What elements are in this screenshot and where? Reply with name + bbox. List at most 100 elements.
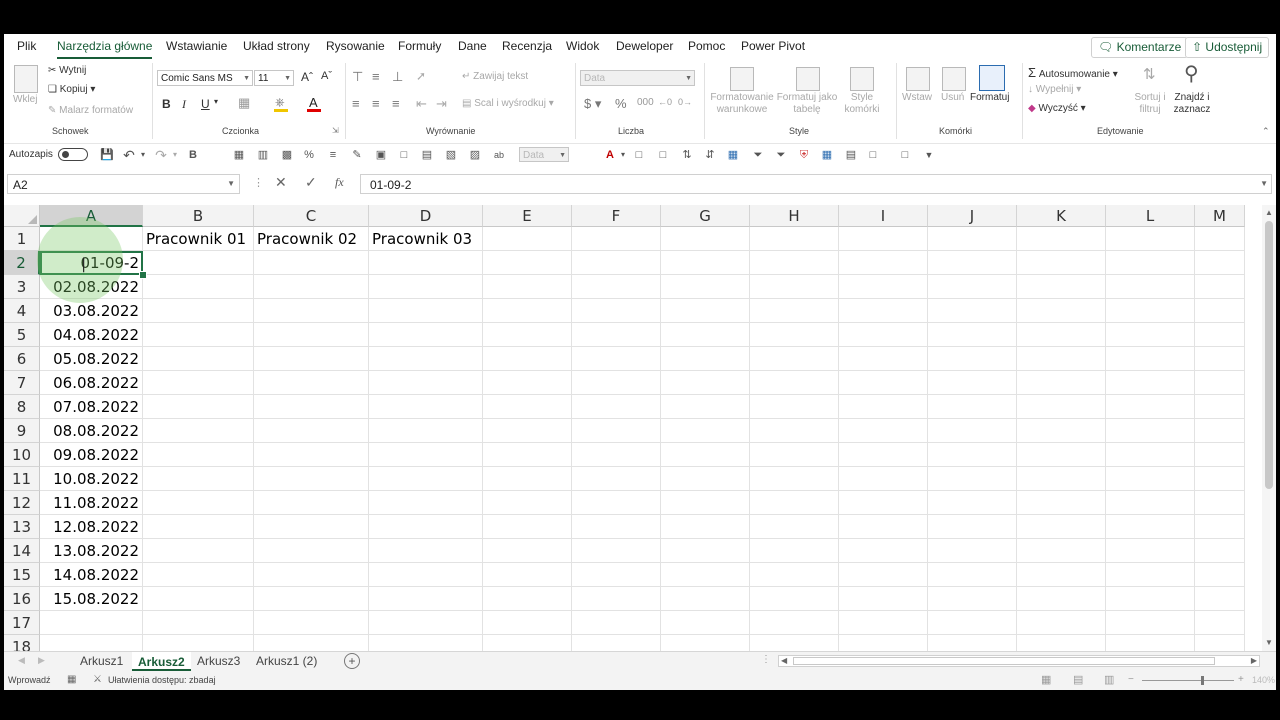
cell-g3[interactable] <box>661 275 750 299</box>
row-header-13[interactable]: 13 <box>4 515 40 539</box>
cell-g13[interactable] <box>661 515 750 539</box>
cell-a1[interactable] <box>40 227 143 251</box>
cell-l12[interactable] <box>1106 491 1195 515</box>
currency-icon[interactable]: $ ▾ <box>584 96 601 112</box>
cell-j2[interactable] <box>928 251 1017 275</box>
sheet-tab-arkusz1-2[interactable]: Arkusz1 (2) <box>256 654 317 668</box>
cell-k11[interactable] <box>1017 467 1106 491</box>
scroll-left-icon[interactable]: ◀ <box>781 656 787 665</box>
cell-h14[interactable] <box>750 539 839 563</box>
cell-c17[interactable] <box>254 611 369 635</box>
cell-f9[interactable] <box>572 419 661 443</box>
tab-wstawianie[interactable]: Wstawianie <box>166 39 227 53</box>
next-sheet-icon[interactable]: ▶ <box>38 655 45 666</box>
cell-k8[interactable] <box>1017 395 1106 419</box>
cell-e16[interactable] <box>483 587 572 611</box>
cell-f1[interactable] <box>572 227 661 251</box>
cell-a18[interactable] <box>40 635 143 651</box>
cell-h17[interactable] <box>750 611 839 635</box>
cell-i6[interactable] <box>839 347 928 371</box>
cell-h12[interactable] <box>750 491 839 515</box>
cell-d16[interactable] <box>369 587 483 611</box>
cell-g14[interactable] <box>661 539 750 563</box>
cell-k7[interactable] <box>1017 371 1106 395</box>
tab-uklad-strony[interactable]: Układ strony <box>243 39 310 53</box>
cell-m6[interactable] <box>1195 347 1245 371</box>
cell-h5[interactable] <box>750 323 839 347</box>
delete-cells-icon[interactable] <box>942 67 966 91</box>
cell-a8[interactable]: 07.08.2022 <box>40 395 143 419</box>
cut-button[interactable]: ✂ Wytnij <box>48 65 86 76</box>
align-top-icon[interactable]: ⊤ <box>352 69 363 85</box>
row-header-3[interactable]: 3 <box>4 275 40 299</box>
cell-m4[interactable] <box>1195 299 1245 323</box>
cell-b16[interactable] <box>143 587 254 611</box>
cell-e12[interactable] <box>483 491 572 515</box>
underline-button[interactable]: U <box>201 97 210 111</box>
sort-filter-icon[interactable]: ⇅ <box>1143 65 1156 83</box>
tab-narzedzia-glowne[interactable]: Narzędzia główne <box>57 39 153 60</box>
cell-g4[interactable] <box>661 299 750 323</box>
cell-e7[interactable] <box>483 371 572 395</box>
comment2-qat-icon[interactable]: □ <box>656 148 670 162</box>
cell-m7[interactable] <box>1195 371 1245 395</box>
cell-i12[interactable] <box>839 491 928 515</box>
find-select-button[interactable]: Znajdź i zaznacz <box>1172 92 1212 116</box>
cell-g5[interactable] <box>661 323 750 347</box>
tab-recenzja[interactable]: Recenzja <box>502 39 552 53</box>
cell-b11[interactable] <box>143 467 254 491</box>
cell-e18[interactable] <box>483 635 572 651</box>
column-header-i[interactable]: I <box>839 205 928 227</box>
clear-button[interactable]: ◆ Wyczyść ▾ <box>1028 103 1086 114</box>
cell-l3[interactable] <box>1106 275 1195 299</box>
cell-e3[interactable] <box>483 275 572 299</box>
window-qat-icon[interactable]: □ <box>898 148 912 162</box>
redo-icon[interactable]: ↷ <box>154 148 168 162</box>
autosave-toggle[interactable] <box>58 148 88 161</box>
cell-c9[interactable] <box>254 419 369 443</box>
cell-j11[interactable] <box>928 467 1017 491</box>
vertical-scrollbar[interactable]: ▲ ▼ <box>1262 205 1276 651</box>
cell-b17[interactable] <box>143 611 254 635</box>
cell-m17[interactable] <box>1195 611 1245 635</box>
cell-e14[interactable] <box>483 539 572 563</box>
cell-j10[interactable] <box>928 443 1017 467</box>
cell-f4[interactable] <box>572 299 661 323</box>
chevron-down-icon[interactable]: ▼ <box>227 179 235 188</box>
cell-m12[interactable] <box>1195 491 1245 515</box>
cell-k15[interactable] <box>1017 563 1106 587</box>
shapes-qat-icon[interactable]: □ <box>866 148 880 162</box>
cell-f2[interactable] <box>572 251 661 275</box>
scroll-down-icon[interactable]: ▼ <box>1265 638 1273 647</box>
sort-filter-button[interactable]: Sortuj i filtruj <box>1134 92 1166 116</box>
cancel-icon[interactable]: ✕ <box>275 174 287 191</box>
cell-l4[interactable] <box>1106 299 1195 323</box>
orientation-icon[interactable]: ➚ <box>416 69 426 83</box>
cell-k9[interactable] <box>1017 419 1106 443</box>
cell-e17[interactable] <box>483 611 572 635</box>
cell-f6[interactable] <box>572 347 661 371</box>
bold-button[interactable]: B <box>162 97 171 111</box>
cell-j8[interactable] <box>928 395 1017 419</box>
sheet-tab-arkusz3[interactable]: Arkusz3 <box>197 654 240 668</box>
cell-a13[interactable]: 12.08.2022 <box>40 515 143 539</box>
cell-a4[interactable]: 03.08.2022 <box>40 299 143 323</box>
cell-h15[interactable] <box>750 563 839 587</box>
cell-b9[interactable] <box>143 419 254 443</box>
cell-c8[interactable] <box>254 395 369 419</box>
number-format-select[interactable]: Data ▼ <box>580 70 695 86</box>
cell-j6[interactable] <box>928 347 1017 371</box>
row-header-9[interactable]: 9 <box>4 419 40 443</box>
tab-pomoc[interactable]: Pomoc <box>688 39 725 53</box>
font-name-select[interactable]: Comic Sans MS ▼ <box>157 70 253 86</box>
grid2-qat-icon[interactable]: ▩ <box>280 148 294 162</box>
cell-c18[interactable] <box>254 635 369 651</box>
cell-c5[interactable] <box>254 323 369 347</box>
cell-a17[interactable] <box>40 611 143 635</box>
cell-m18[interactable] <box>1195 635 1245 651</box>
row-header-15[interactable]: 15 <box>4 563 40 587</box>
cell-l16[interactable] <box>1106 587 1195 611</box>
borders-icon[interactable]: ▦ <box>238 95 250 111</box>
cell-m16[interactable] <box>1195 587 1245 611</box>
cell-f3[interactable] <box>572 275 661 299</box>
